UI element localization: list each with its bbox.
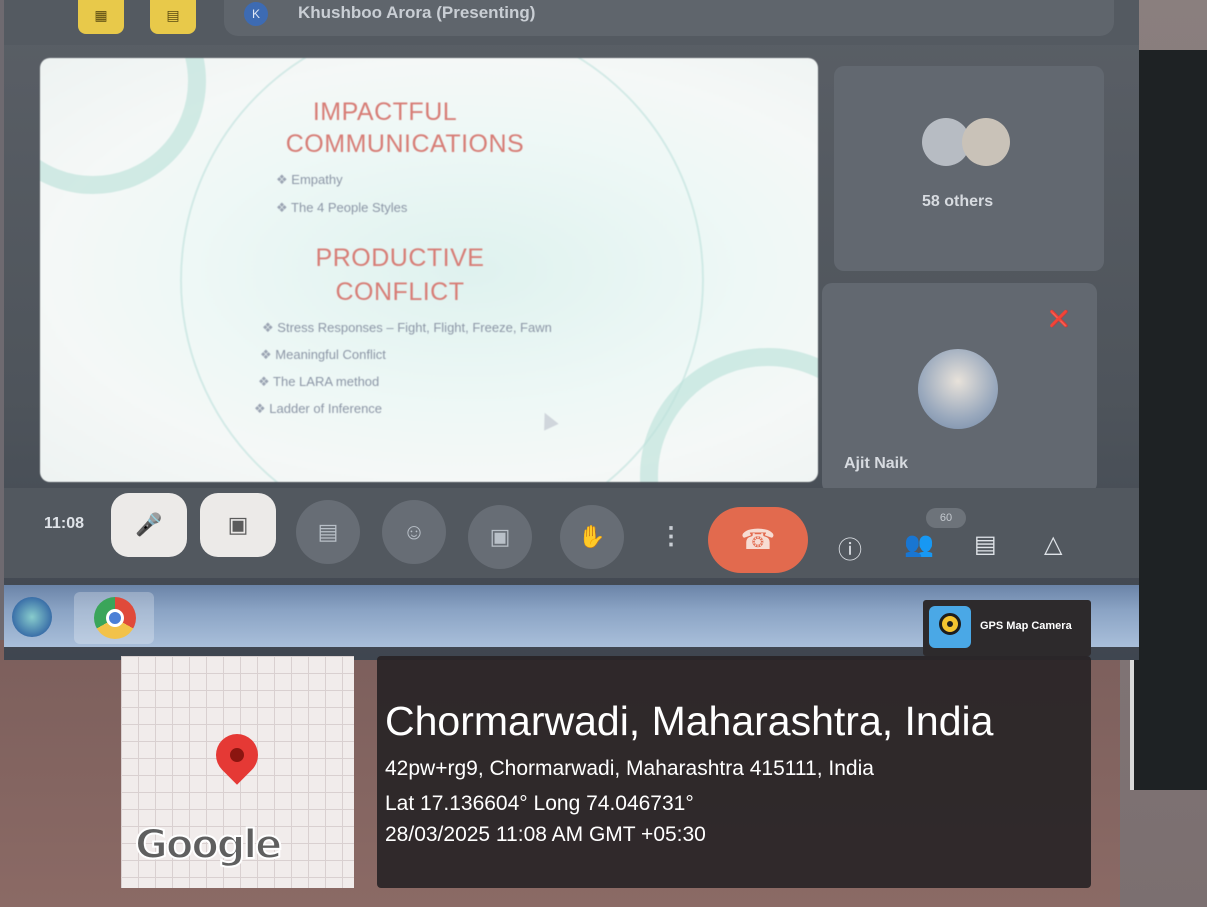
- activities-icon[interactable]: △: [1044, 530, 1062, 559]
- map-pin-icon: [207, 725, 267, 785]
- meeting-clock: 11:08: [44, 515, 85, 532]
- captions-button[interactable]: ▤: [296, 500, 360, 564]
- start-button[interactable]: [12, 597, 52, 637]
- emoji-button[interactable]: ☺: [382, 500, 446, 564]
- slide-heading-2-line1: PRODUCTIVE: [315, 244, 485, 272]
- slide-bullet: Ladder of Inference: [254, 401, 382, 417]
- avatar: [962, 118, 1010, 166]
- more-vert-icon[interactable]: ⋮: [659, 522, 683, 551]
- captions-icon: ▤: [317, 519, 339, 544]
- people-icon[interactable]: 👥: [904, 530, 934, 559]
- mic-button[interactable]: 🎤: [111, 493, 187, 557]
- slide-heading-2-line2: CONFLICT: [335, 278, 465, 306]
- projected-meeting-screen: ▦ ▤ K Khushboo Arora (Presenting) IMPACT…: [4, 0, 1139, 660]
- layout-icon: ▤: [166, 7, 180, 23]
- camera-off-icon: ▣: [227, 512, 249, 537]
- location-latlong: Lat 17.136604° Long 74.046731°: [385, 792, 694, 815]
- mic-off-icon: 🎤: [135, 512, 163, 537]
- top-button-1[interactable]: ▦: [78, 0, 124, 34]
- location-address: 42pw+rg9, Chormarwadi, Maharashtra 41511…: [385, 757, 874, 780]
- slide-heading-1-line2: COMMUNICATIONS: [285, 130, 525, 158]
- location-place: Chormarwadi, Maharashtra, India: [385, 698, 994, 744]
- camera-button[interactable]: ▣: [200, 493, 276, 557]
- present-screen-icon: ▣: [489, 524, 511, 549]
- slide-bullet: Stress Responses – Fight, Flight, Freeze…: [262, 320, 552, 336]
- location-datetime: 28/03/2025 11:08 AM GMT +05:30: [385, 823, 706, 846]
- whiteboard-edge: [1130, 50, 1207, 790]
- presenter-indicator[interactable]: K Khushboo Arora (Presenting): [224, 0, 1114, 36]
- slide-bullet: Meaningful Conflict: [260, 347, 386, 363]
- slide-bullet: The LARA method: [258, 374, 379, 390]
- end-call-icon: ☎: [740, 524, 776, 555]
- emoji-icon: ☺: [402, 519, 426, 544]
- chrome-icon: [94, 597, 136, 639]
- location-info-box: Chormarwadi, Maharashtra, India 42pw+rg9…: [377, 656, 1091, 888]
- chat-icon[interactable]: ▤: [974, 530, 997, 559]
- participant-name: Ajit Naik: [844, 455, 909, 472]
- slide-decoration: [40, 58, 206, 194]
- presenter-avatar: K: [244, 2, 268, 26]
- window-icon: ▦: [94, 7, 108, 23]
- meeting-top-bar: ▦ ▤ K Khushboo Arora (Presenting): [4, 0, 1139, 45]
- participants-tile-others[interactable]: 58 others: [834, 66, 1104, 271]
- slide-bullet: The 4 People Styles: [276, 200, 407, 216]
- participant-tile[interactable]: ❌ Ajit Naik: [822, 283, 1097, 493]
- map-thumbnail: Google: [121, 656, 354, 888]
- slide-heading-1-line1: IMPACTFUL: [312, 98, 458, 126]
- people-count-badge: 60: [926, 508, 966, 528]
- end-call-button[interactable]: ☎: [708, 507, 808, 573]
- mic-muted-icon: ❌: [1049, 311, 1069, 328]
- present-button[interactable]: ▣: [468, 505, 532, 569]
- gps-badge-label: GPS Map Camera: [980, 620, 1072, 632]
- top-button-2[interactable]: ▤: [150, 0, 196, 34]
- raise-hand-button[interactable]: ✋: [560, 505, 624, 569]
- info-icon[interactable]: ⓘ: [838, 530, 862, 565]
- google-logo: Google: [134, 821, 283, 869]
- raise-hand-icon: ✋: [578, 524, 606, 549]
- others-count-label: 58 others: [922, 193, 994, 210]
- avatar: [918, 349, 998, 429]
- shared-slide: IMPACTFUL COMMUNICATIONS Empathy The 4 P…: [40, 58, 818, 482]
- presenter-label: Khushboo Arora (Presenting): [298, 3, 536, 22]
- gps-map-camera-badge: GPS Map Camera: [923, 600, 1091, 656]
- slide-bullet: Empathy: [276, 172, 342, 188]
- gps-camera-icon: [929, 606, 971, 648]
